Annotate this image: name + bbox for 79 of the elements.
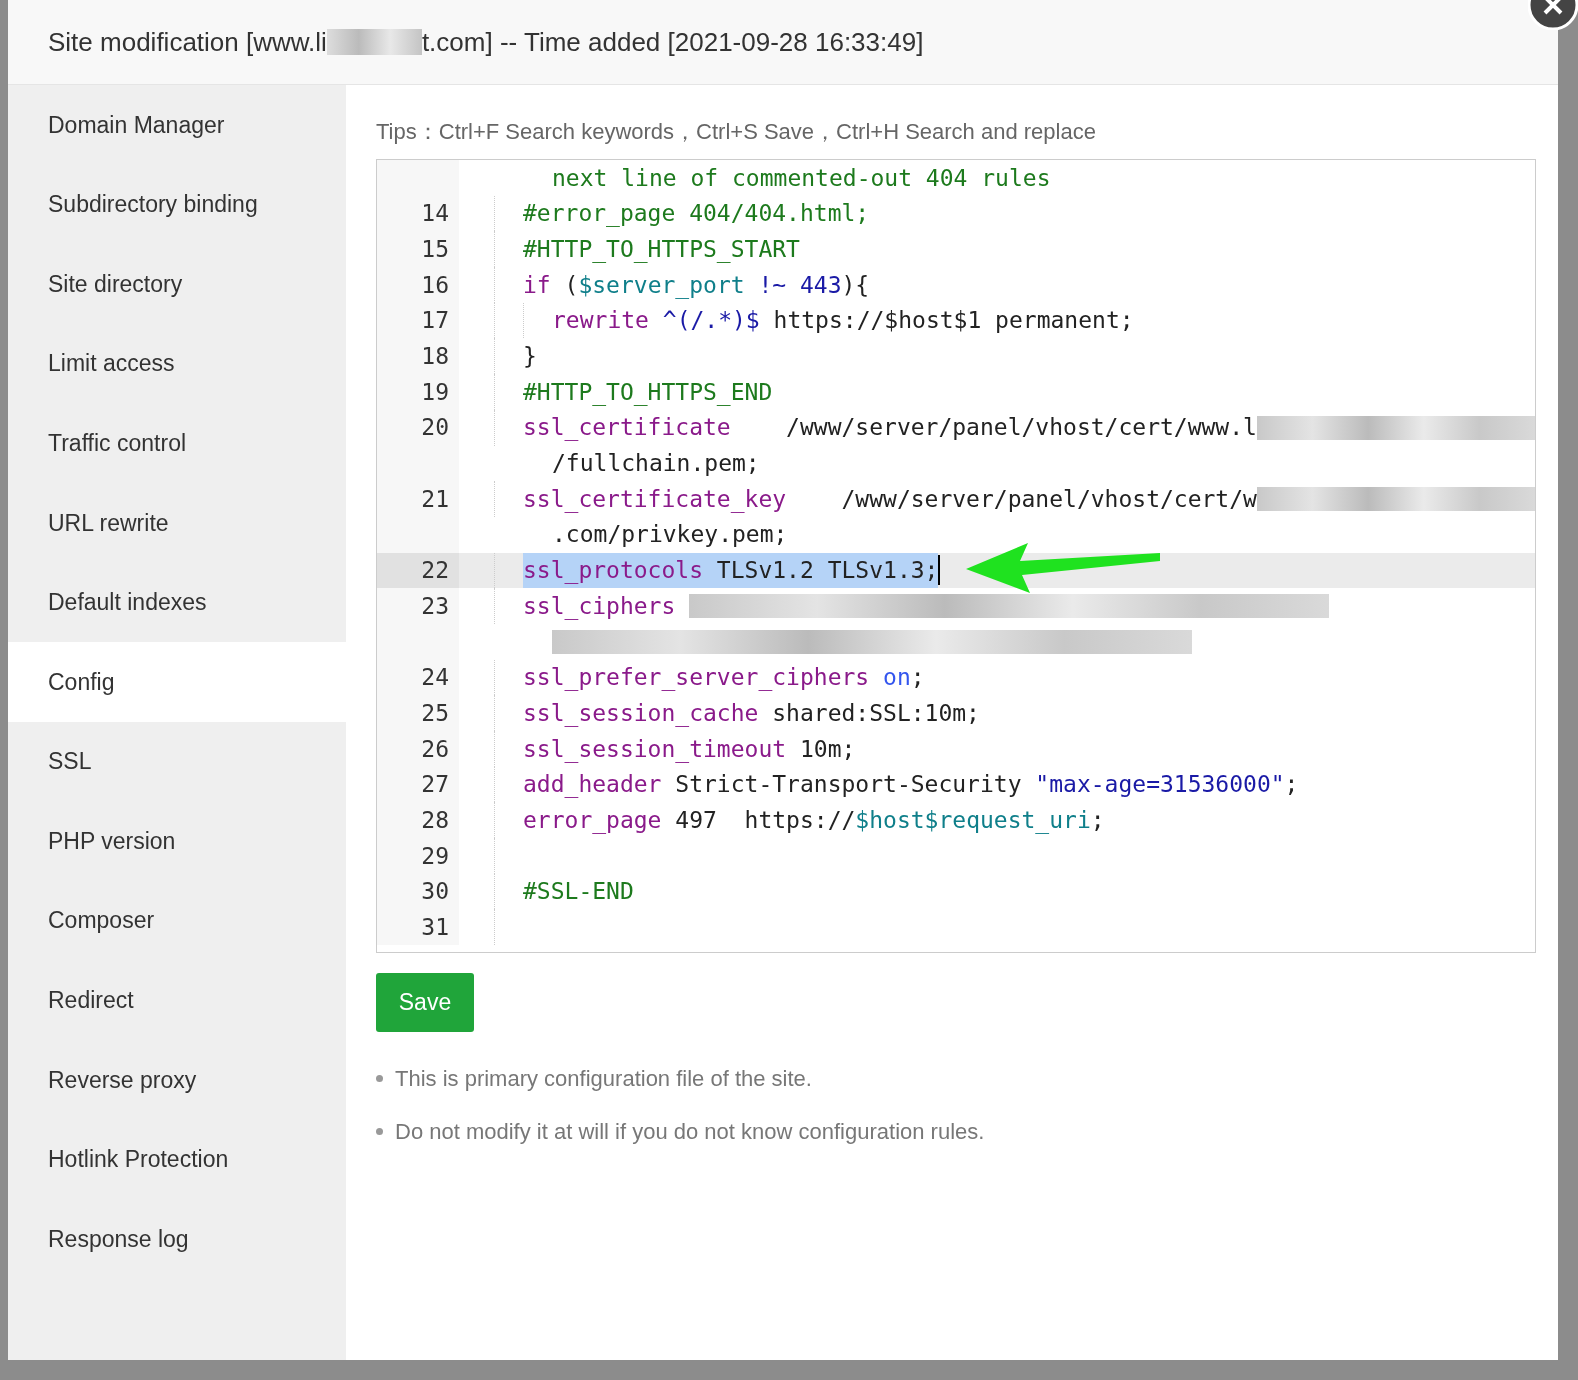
code-token: ( (563, 270, 579, 300)
line-number: 26 (421, 734, 449, 764)
note-text: This is primary configuration file of the site. (395, 1065, 812, 1093)
sidebar-item[interactable]: Default indexes (8, 562, 346, 643)
code-token: next line of commented-out 404 rules (552, 163, 1051, 193)
line-number: 14 (421, 199, 449, 229)
line-number: 28 (421, 805, 449, 835)
line-number: 21 (421, 484, 449, 514)
code-token: ssl_ciphers (523, 591, 677, 622)
code-token: .com/privkey.pem; (552, 520, 788, 550)
sidebar-item[interactable]: PHP version (8, 801, 346, 881)
line-number: 31 (421, 913, 449, 943)
dialog-title: Site modification [www.li (48, 25, 327, 59)
line-number: 20 (421, 413, 449, 443)
code-token: ^(/.*)$ (661, 306, 760, 336)
code-token: TLSv1.2 TLSv1.3; (703, 553, 939, 588)
code-token: !~ 443 (757, 270, 842, 300)
code-token: #HTTP_TO_HTTPS_END (523, 377, 773, 408)
code-token: rewrite (552, 306, 649, 336)
text-cursor (938, 555, 941, 586)
code-token: /www/server/panel/vhost/cert/w (840, 484, 1257, 514)
sidebar-item[interactable]: SSL (8, 721, 346, 802)
code-token: on (882, 663, 911, 693)
sidebar-item[interactable]: Redirect (8, 960, 346, 1041)
sidebar-item[interactable]: Response log (8, 1199, 346, 1279)
code-token: /fullchain.pem; (552, 449, 760, 479)
code-token: 10m; (798, 734, 856, 764)
code-token: /www/server/panel/vhost/cert/www.l (785, 413, 1257, 443)
line-number: 27 (421, 770, 449, 800)
code-token: ssl_session_cache (523, 698, 759, 729)
sidebar-item[interactable]: Hotlink Protection (8, 1119, 346, 1200)
line-number: 19 (421, 377, 449, 407)
bullet-icon (376, 1128, 383, 1135)
code-token: shared:SSL:10m; (771, 698, 980, 728)
code-token: $host$request_uri (855, 805, 1091, 836)
line-number: 16 (421, 270, 449, 300)
code-token: $server_port (578, 270, 745, 301)
code-token: ssl_protocols (523, 553, 703, 588)
code-token: 497 https:// (674, 805, 856, 835)
note-text: Do not modify it at will if you do not know configuration rules. (395, 1118, 985, 1146)
line-number: 25 (421, 698, 449, 728)
code-token: error_page (523, 805, 662, 836)
line-number: 29 (421, 841, 449, 871)
code-token: ssl_certificate_key (523, 484, 787, 515)
code-token: "max-age=31536000" (1035, 770, 1285, 800)
sidebar-item[interactable]: Config (8, 642, 346, 722)
code-token: #HTTP_TO_HTTPS_START (523, 234, 800, 265)
code-token: ssl_prefer_server_ciphers (523, 663, 870, 693)
line-number: 30 (421, 877, 449, 907)
line-number: 22 (421, 556, 449, 586)
sidebar-item[interactable]: Composer (8, 880, 346, 961)
code-token: Strict-Transport-Security (674, 770, 1023, 800)
code-token: ssl_certificate (523, 413, 731, 443)
code-token: #SSL-END (523, 877, 634, 907)
code-token: if (523, 270, 551, 300)
sidebar-item[interactable]: Traffic control (8, 403, 346, 483)
dialog-title: t.com] -- Time added [2021-09-28 16:33:49] (421, 25, 924, 59)
code-token: https://$host$1 permanent; (772, 306, 1134, 336)
sidebar-item[interactable]: Reverse proxy (8, 1040, 346, 1120)
line-number: 23 (421, 591, 449, 621)
line-number: 15 (421, 234, 449, 264)
line-number: 24 (421, 663, 449, 693)
sidebar-item[interactable]: Site directory (8, 244, 346, 324)
sidebar-item[interactable]: Limit access (8, 323, 346, 404)
sidebar-item[interactable]: Domain Manager (8, 85, 346, 165)
line-number: 18 (421, 342, 449, 372)
code-token: ){ (841, 270, 870, 300)
code-token: add_header (523, 770, 662, 800)
code-token: ; (1284, 770, 1299, 800)
bullet-icon (376, 1075, 383, 1082)
code-token: ssl_session_timeout (523, 734, 787, 765)
code-token: ; (1090, 805, 1105, 835)
sidebar-item[interactable]: Subdirectory binding (8, 164, 346, 245)
line-number: 17 (421, 306, 449, 336)
sidebar-item[interactable]: URL rewrite (8, 482, 346, 563)
code-token: ; (910, 663, 925, 693)
code-token: #error_page 404/404.html; (523, 199, 870, 229)
code-token: } (523, 342, 537, 372)
tips-text: Tips：Ctrl+F Search keywords，Ctrl+S Save，Ctrl+H Search and replace (376, 118, 1097, 146)
